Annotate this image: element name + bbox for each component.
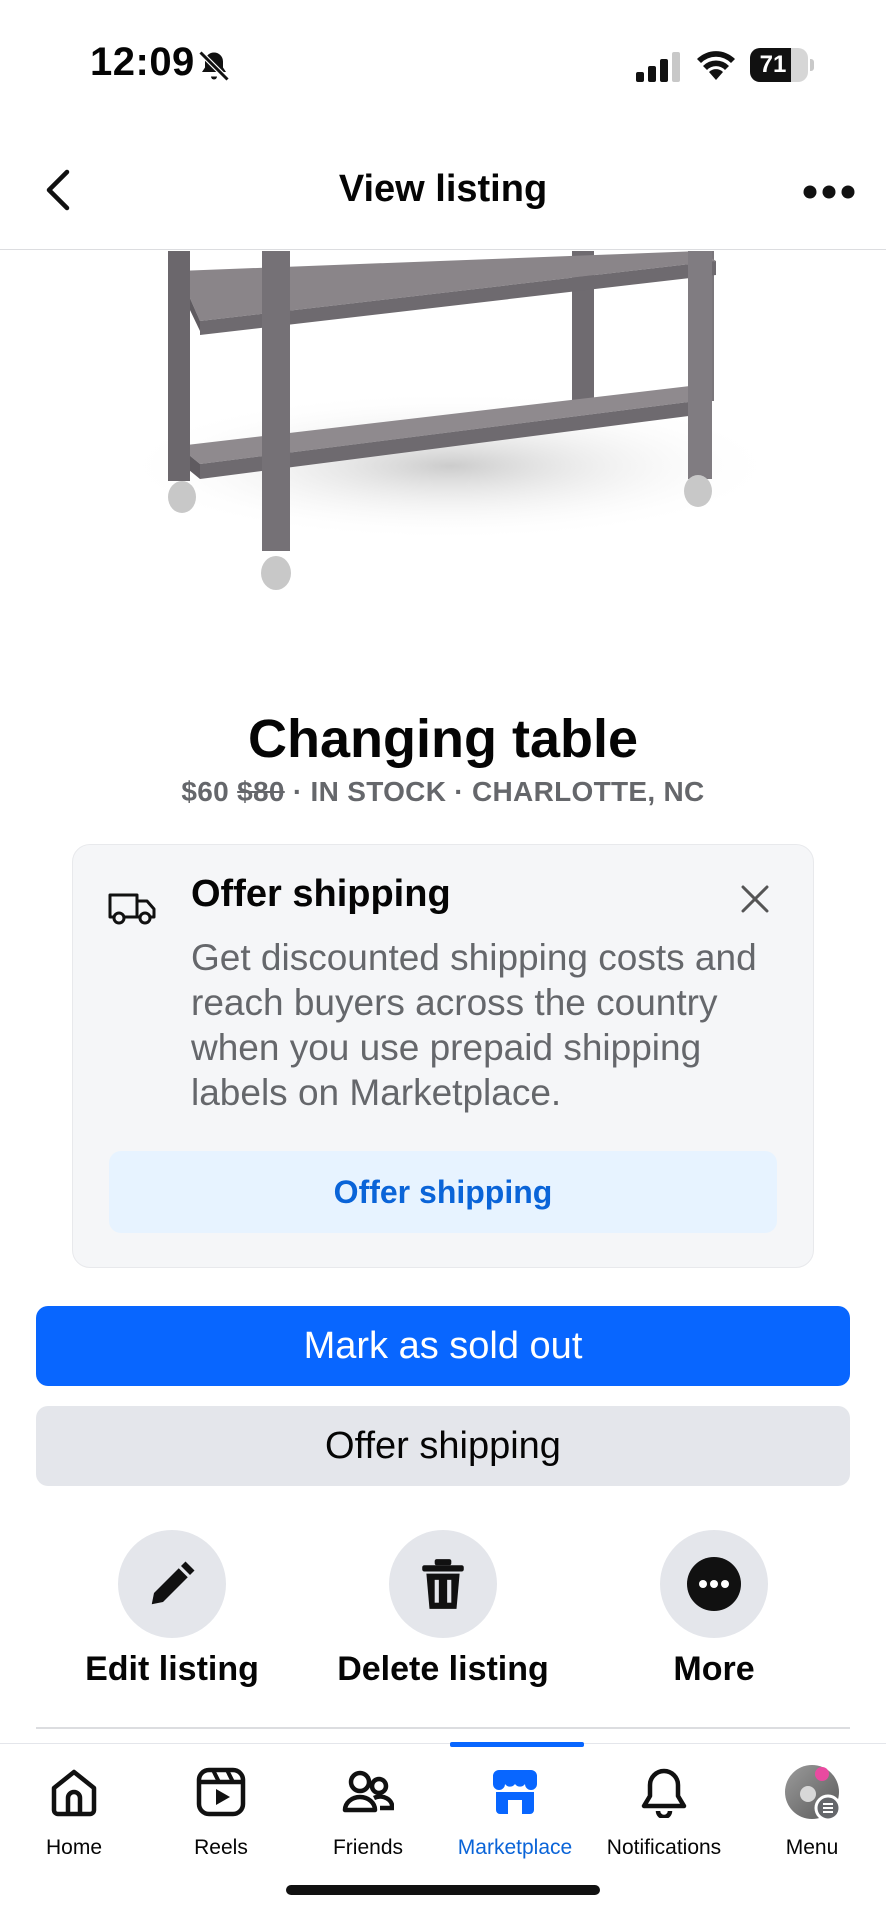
tab-menu[interactable]: Menu <box>738 1744 886 1864</box>
home-icon <box>51 1769 97 1817</box>
delete-listing-action[interactable]: Delete listing <box>313 1530 573 1689</box>
tab-notifications[interactable]: Notifications <box>590 1744 738 1864</box>
offer-shipping-card-button[interactable]: Offer shipping <box>109 1151 777 1233</box>
listing-original-price: $80 <box>237 776 285 807</box>
tab-friends-label: Friends <box>332 1836 404 1859</box>
offer-shipping-description: Get discounted shipping costs and reach … <box>191 937 757 1113</box>
tab-friends[interactable]: Friends <box>294 1744 442 1864</box>
trash-icon <box>422 1559 464 1609</box>
tab-marketplace[interactable]: Marketplace <box>441 1744 589 1864</box>
more-circle-icon <box>687 1557 741 1611</box>
edit-listing-button[interactable] <box>118 1530 226 1638</box>
more-label: More <box>673 1650 755 1688</box>
tab-menu-label: Menu <box>785 1836 839 1859</box>
tab-home-label: Home <box>45 1836 103 1859</box>
wifi-icon <box>697 51 735 80</box>
offer-shipping-button[interactable]: Offer shipping <box>36 1406 850 1486</box>
marketplace-icon <box>493 1770 537 1814</box>
tab-reels[interactable]: Reels <box>147 1744 295 1864</box>
tab-reels-label: Reels <box>194 1836 248 1859</box>
tab-marketplace-label: Marketplace <box>457 1836 573 1859</box>
delete-listing-button[interactable] <box>389 1530 497 1638</box>
edit-listing-label: Edit listing <box>85 1650 259 1688</box>
battery-indicator: 71 <box>750 48 814 82</box>
home-indicator <box>286 1885 600 1895</box>
mark-as-sold-out-button[interactable]: Mark as sold out <box>36 1306 850 1386</box>
more-options-button[interactable] <box>794 164 864 220</box>
listing-photo[interactable] <box>0 251 886 671</box>
offer-shipping-title: Offer shipping <box>191 873 451 915</box>
divider <box>36 1727 850 1729</box>
ellipsis-icon <box>803 185 855 199</box>
offer-shipping-card: Offer shipping Get discounted shipping c… <box>72 844 814 1268</box>
changing-table-image <box>120 251 780 590</box>
listing-meta: $60 $80 · IN STOCK · CHARLOTTE, NC <box>0 776 886 808</box>
bell-off-icon <box>198 50 230 82</box>
edit-listing-action[interactable]: Edit listing <box>42 1530 302 1689</box>
avatar <box>784 1764 842 1822</box>
listing-title: Changing table <box>248 709 638 769</box>
more-button[interactable] <box>660 1530 768 1638</box>
page-title: View listing <box>338 168 548 210</box>
status-bar: 12:09 71 <box>0 0 886 130</box>
pencil-icon <box>151 1561 195 1605</box>
tab-home[interactable]: Home <box>0 1744 148 1864</box>
close-icon[interactable] <box>737 881 773 917</box>
battery-level-text: 71 <box>759 51 787 78</box>
reels-icon <box>196 1767 246 1817</box>
truck-icon <box>108 893 156 925</box>
friends-icon <box>342 1770 394 1813</box>
listing-price: $60 <box>181 776 230 807</box>
status-time: 12:09 <box>90 40 195 84</box>
listing-status-location: · IN STOCK · CHARLOTTE, NC <box>284 776 705 807</box>
delete-listing-label: Delete listing <box>337 1650 549 1688</box>
tab-notifications-label: Notifications <box>606 1836 722 1859</box>
cellular-signal-icon <box>636 52 680 82</box>
bell-icon <box>641 1768 687 1818</box>
header: View listing <box>0 130 886 250</box>
more-action[interactable]: More <box>584 1530 844 1689</box>
